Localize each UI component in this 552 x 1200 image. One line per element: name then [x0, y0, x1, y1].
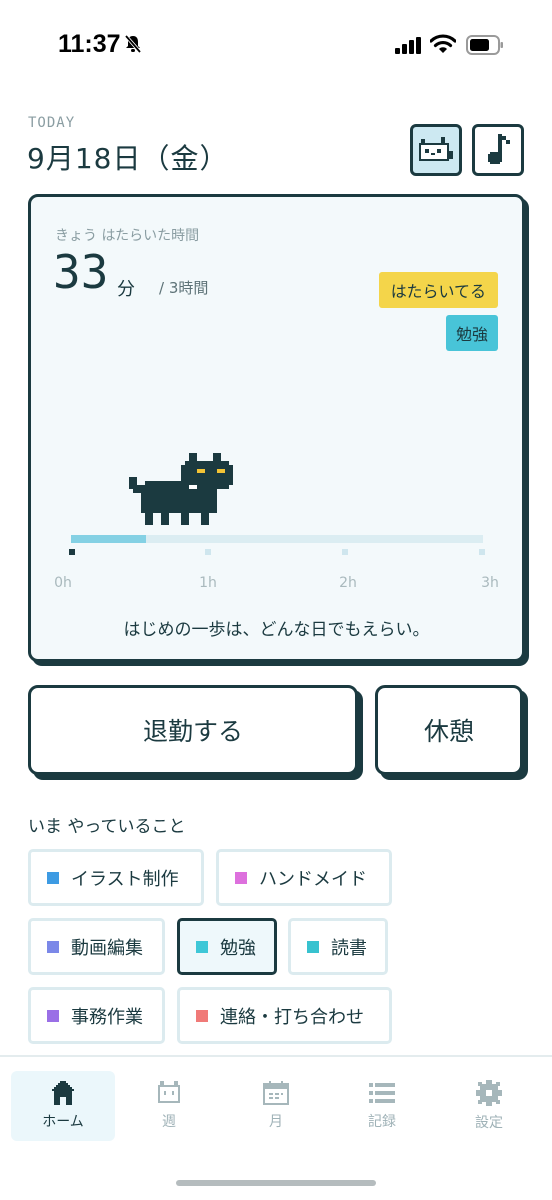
home-icon	[52, 1081, 74, 1105]
activity-chip-illustration[interactable]: イラスト制作	[28, 849, 204, 906]
activity-chip-meetings[interactable]: 連絡・打ち合わせ	[177, 987, 392, 1044]
progress-fill	[71, 535, 147, 543]
activity-label: ハンドメイド	[259, 868, 367, 890]
color-swatch	[307, 940, 319, 953]
nav-label: 週	[162, 1114, 176, 1130]
activities-title: いま やっていること	[28, 817, 186, 837]
nav-label: ホーム	[42, 1114, 84, 1130]
nav-label: 月	[269, 1114, 283, 1130]
color-swatch	[196, 940, 208, 953]
worked-minutes-value: 33	[53, 245, 109, 299]
cat-face-icon	[158, 1081, 180, 1103]
break-button[interactable]: 休憩	[375, 685, 523, 775]
goal-label: / 3時間	[159, 279, 209, 297]
activity-chip-reading[interactable]: 読書	[288, 918, 388, 975]
color-swatch	[47, 1009, 59, 1022]
activity-label: イラスト制作	[71, 868, 179, 890]
pixel-cat-icon	[129, 453, 233, 525]
progress-bar	[71, 535, 483, 543]
tick-label-3h: 3h	[481, 575, 499, 591]
activity-label: 動画編集	[71, 937, 143, 959]
status-time: 11:37	[58, 30, 121, 58]
cat-face-icon	[419, 137, 453, 161]
activity-chip-study[interactable]: 勉強	[177, 918, 277, 975]
nav-item-log[interactable]: 記録	[330, 1071, 434, 1141]
signal-icon	[395, 37, 421, 54]
activity-chip-office-work[interactable]: 事務作業	[28, 987, 165, 1044]
status-badge: はたらいてる	[378, 272, 498, 308]
tick-label-2h: 2h	[339, 575, 357, 591]
battery-icon	[466, 35, 503, 55]
wifi-icon	[430, 34, 456, 53]
calendar-icon	[263, 1081, 289, 1105]
bottom-nav: ホーム 週 月 記録 設定	[0, 1055, 552, 1200]
today-label: TODAY	[28, 115, 76, 131]
date-label: 9月18日（金）	[27, 142, 229, 175]
tick-mark	[479, 549, 485, 555]
worked-time-label: きょう はたらいた時間	[55, 228, 200, 244]
list-icon	[369, 1083, 395, 1103]
clock-out-button[interactable]: 退勤する	[28, 685, 358, 775]
nav-item-month[interactable]: 月	[224, 1071, 328, 1141]
nav-item-settings[interactable]: 設定	[437, 1071, 541, 1141]
color-swatch	[47, 940, 59, 953]
tick-mark	[342, 549, 348, 555]
cat-mode-button[interactable]	[410, 124, 462, 176]
tick-mark	[69, 549, 75, 555]
nav-item-home[interactable]: ホーム	[11, 1071, 115, 1141]
nav-item-week[interactable]: 週	[117, 1071, 221, 1141]
activity-label: 読書	[331, 937, 367, 959]
music-note-icon	[488, 134, 510, 164]
home-indicator	[176, 1180, 376, 1186]
tick-label-1h: 1h	[199, 575, 217, 591]
nav-label: 設定	[475, 1115, 503, 1131]
gear-icon	[476, 1080, 502, 1106]
nav-label: 記録	[368, 1114, 396, 1130]
activity-chip-handmade[interactable]: ハンドメイド	[216, 849, 392, 906]
tick-label-0h: 0h	[54, 575, 72, 591]
color-swatch	[47, 871, 59, 884]
activity-chip-video-editing[interactable]: 動画編集	[28, 918, 165, 975]
encouragement-message: はじめの一歩は、どんな日でもえらい。	[123, 620, 430, 640]
color-swatch	[235, 871, 247, 884]
work-summary-card: きょう はたらいた時間 33 分 / 3時間 はたらいてる 勉強 0h 1h 2…	[28, 194, 525, 662]
music-button[interactable]	[472, 124, 524, 176]
color-swatch	[196, 1009, 208, 1022]
status-bar: 11:37	[0, 0, 552, 90]
bell-slash-icon	[124, 34, 142, 54]
tick-mark	[205, 549, 211, 555]
activity-label: 事務作業	[71, 1006, 143, 1028]
current-task-badge: 勉強	[445, 315, 498, 351]
minutes-unit: 分	[117, 279, 135, 300]
activity-label: 連絡・打ち合わせ	[220, 1006, 364, 1028]
activity-label: 勉強	[220, 937, 256, 959]
